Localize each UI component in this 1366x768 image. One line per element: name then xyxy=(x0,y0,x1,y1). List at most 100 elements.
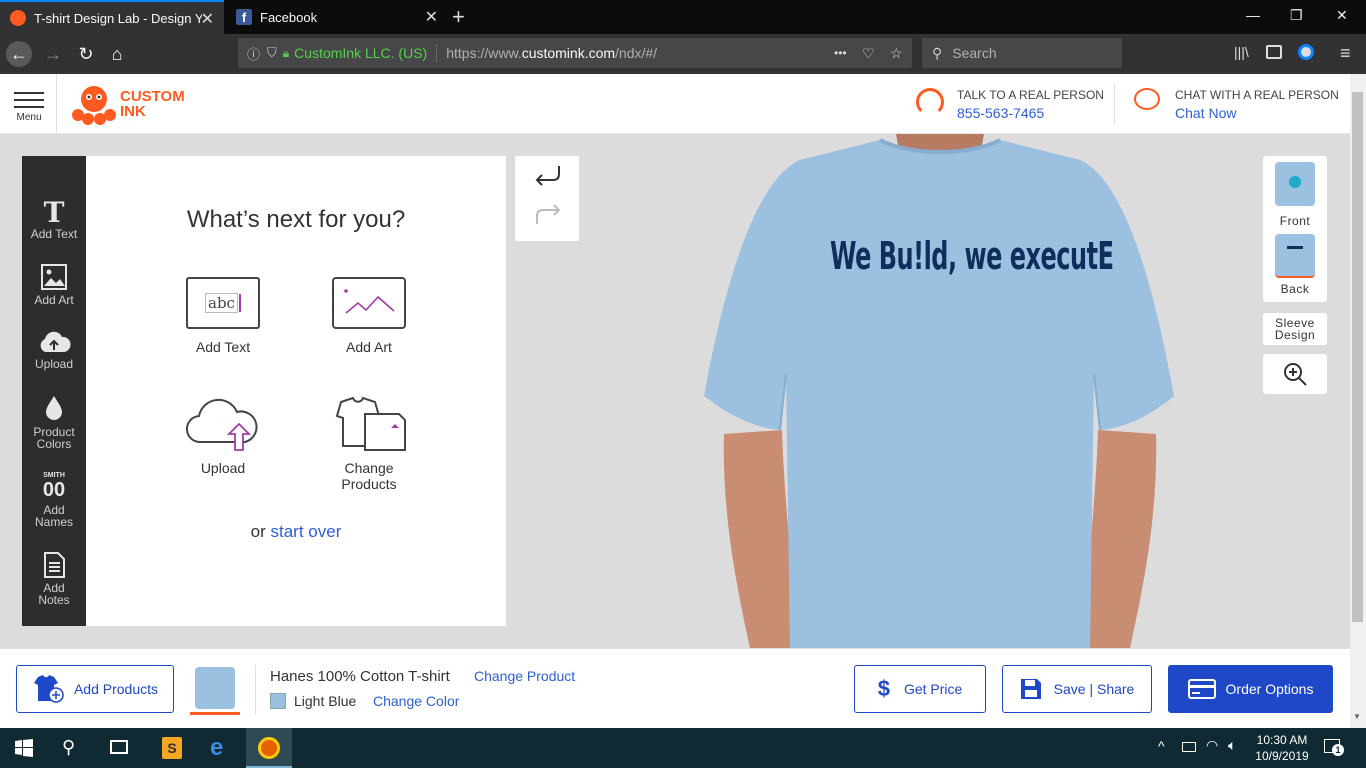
page-actions-icon[interactable]: ••• xyxy=(834,46,847,60)
bottom-bar: Add Products Hanes 100% Cotton T-shirt C… xyxy=(0,648,1350,728)
redo-icon[interactable] xyxy=(533,204,563,226)
start-over-line: or start over xyxy=(86,522,506,542)
search-icon[interactable]: ⚲ xyxy=(62,737,75,758)
product-name: Hanes 100% Cotton T-shirt xyxy=(270,668,450,685)
option-label: Add Text xyxy=(195,339,251,355)
url-text[interactable]: https://www.customink.com/ndx/#/ xyxy=(446,45,657,61)
view-label: Design xyxy=(1274,328,1316,342)
bookmark-star-icon[interactable]: ☆ xyxy=(890,45,903,62)
url-bar[interactable]: ⓘ ⛉ 🔒︎ CustomInk LLC. (US) https://www.c… xyxy=(238,38,912,68)
scroll-down-arrow-icon[interactable]: ▼ xyxy=(1353,712,1361,721)
option-upload[interactable]: Upload xyxy=(163,396,283,476)
view-selector: Front Back xyxy=(1263,156,1327,302)
view-sleeve-design[interactable]: Sleeve Design xyxy=(1263,313,1327,345)
firefox-taskbar-item[interactable] xyxy=(246,728,292,768)
cloud-upload-icon xyxy=(186,398,258,451)
search-icon: ⚲ xyxy=(932,44,943,61)
hamburger-menu-icon[interactable]: ≡ xyxy=(1340,43,1351,64)
tool-add-text[interactable]: T Add Text xyxy=(22,196,86,241)
option-label: Change xyxy=(344,460,394,476)
url-prefix: https://www. xyxy=(446,45,522,61)
sidebar-icon[interactable] xyxy=(1266,45,1282,59)
start-over-link[interactable]: start over xyxy=(271,522,342,541)
whats-next-panel: What’s next for you? abc Add Text Add Ar… xyxy=(86,156,506,626)
zoom-button[interactable] xyxy=(1263,354,1327,394)
tracking-shield-icon[interactable]: ⛉ xyxy=(267,45,277,61)
add-products-button[interactable]: Add Products xyxy=(16,665,174,713)
facebook-favicon-icon: f xyxy=(236,9,252,25)
text-icon: T xyxy=(43,196,65,229)
undo-redo-box xyxy=(515,156,579,241)
pocket-icon[interactable]: ♡ xyxy=(862,45,875,62)
tool-add-art[interactable]: Add Art xyxy=(22,264,86,306)
menu-icon xyxy=(14,92,44,108)
chat-now-link[interactable]: Chat Now xyxy=(1175,105,1236,121)
account-icon[interactable] xyxy=(1298,44,1314,60)
save-share-label: Save | Share xyxy=(1053,681,1135,697)
custom-ink-logo[interactable]: CUSTOM INK xyxy=(72,83,185,130)
option-add-text[interactable]: abc Add Text xyxy=(163,277,283,355)
forward-arrow-icon[interactable]: → xyxy=(40,41,66,67)
tool-add-notes[interactable]: Add Notes xyxy=(22,552,86,606)
tool-add-names[interactable]: SMITH 00 Add Names xyxy=(22,472,86,528)
sublime-text-icon[interactable]: S xyxy=(162,737,182,759)
product-thumbnail[interactable] xyxy=(190,665,240,715)
get-price-label: Get Price xyxy=(903,681,963,697)
restore-window-icon[interactable]: ❐ xyxy=(1290,7,1303,24)
tool-product-colors[interactable]: Product Colors xyxy=(22,394,86,450)
credit-card-icon xyxy=(1187,679,1216,699)
new-tab-icon[interactable]: + xyxy=(452,4,465,30)
info-icon[interactable]: ⓘ xyxy=(247,44,260,63)
site-identity[interactable]: CustomInk LLC. (US) xyxy=(294,45,427,61)
scrollbar-thumb[interactable] xyxy=(1352,92,1363,622)
tool-label: Add Text xyxy=(30,227,78,241)
view-back[interactable]: Back xyxy=(1263,234,1327,296)
names-number-icon: SMITH 00 xyxy=(22,472,86,500)
windows-start-icon[interactable] xyxy=(15,739,33,757)
undo-icon[interactable] xyxy=(533,164,563,186)
edge-icon[interactable]: e xyxy=(210,734,223,762)
back-thumbnail xyxy=(1275,234,1315,278)
headset-icon xyxy=(916,88,944,116)
page-scrollbar[interactable]: ▼ xyxy=(1350,74,1366,728)
notifications-button[interactable]: 1 xyxy=(1324,739,1344,756)
close-window-icon[interactable]: ✕ xyxy=(1336,7,1348,24)
front-thumbnail xyxy=(1275,162,1315,206)
talk-label: TALK TO A REAL PERSON xyxy=(957,88,1104,102)
menu-button[interactable]: Menu xyxy=(14,92,44,123)
design-canvas[interactable]: We Bu!ld, we executE xyxy=(680,134,1200,648)
close-tab-icon[interactable]: ✕ xyxy=(201,9,214,29)
option-add-art[interactable]: Add Art xyxy=(309,277,429,355)
show-hidden-icons-icon[interactable]: ^ xyxy=(1158,738,1165,754)
minimize-window-icon[interactable]: — xyxy=(1246,7,1260,23)
view-front[interactable]: Front xyxy=(1263,162,1327,228)
home-icon[interactable]: ⌂ xyxy=(104,41,130,67)
clock-time: 10:30 AM xyxy=(1256,733,1308,747)
battery-icon[interactable] xyxy=(1182,742,1196,752)
back-arrow-icon[interactable]: ← xyxy=(6,41,32,67)
library-icon[interactable]: |||\ xyxy=(1234,44,1249,60)
close-tab-icon[interactable]: ✕ xyxy=(425,7,438,27)
option-change-products[interactable]: Change Products xyxy=(309,396,429,492)
reload-icon[interactable]: ↻ xyxy=(73,41,99,67)
firefox-icon xyxy=(258,737,280,759)
change-product-link[interactable]: Change Product xyxy=(474,668,575,684)
change-color-link[interactable]: Change Color xyxy=(373,693,459,709)
save-share-button[interactable]: Save | Share xyxy=(1002,665,1152,713)
tab-facebook[interactable]: f Facebook ✕ xyxy=(226,0,448,34)
get-price-button[interactable]: $ Get Price xyxy=(854,665,986,713)
search-input[interactable]: Search xyxy=(952,45,996,61)
order-options-button[interactable]: Order Options xyxy=(1168,665,1333,713)
tool-upload[interactable]: Upload xyxy=(22,330,86,370)
site-header: Menu CUSTOM INK TALK TO A REAL PERSON 85… xyxy=(0,74,1350,134)
task-view-icon[interactable] xyxy=(110,740,128,754)
volume-icon[interactable]: 🔈︎ xyxy=(1228,737,1236,754)
phone-number[interactable]: 855-563-7465 xyxy=(957,105,1044,121)
shirt-design-text[interactable]: We Bu!ld, we executE xyxy=(830,234,1114,279)
notification-count: 1 xyxy=(1332,744,1344,756)
save-disk-icon xyxy=(1020,679,1041,699)
wifi-icon[interactable]: ◠ xyxy=(1206,737,1218,754)
search-bar[interactable]: ⚲ Search xyxy=(922,38,1122,68)
clock[interactable]: 10:30 AM 10/9/2019 xyxy=(1254,732,1310,764)
tab-tshirt-design-lab[interactable]: T-shirt Design Lab - Design You ✕ xyxy=(0,0,224,34)
